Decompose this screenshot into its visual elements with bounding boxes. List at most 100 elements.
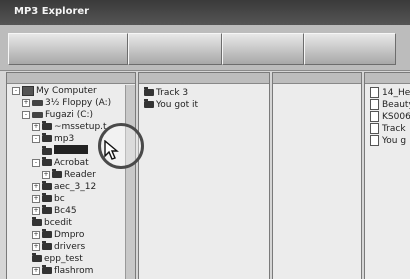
expand-icon[interactable]: + bbox=[32, 182, 40, 191]
file-label: 14_He bbox=[382, 88, 410, 98]
folder-icon bbox=[144, 87, 154, 96]
drive-icon bbox=[32, 99, 43, 106]
tree-node-label: 3½ Floppy (A:) bbox=[45, 98, 112, 108]
folder-tree-header bbox=[7, 73, 135, 84]
expand-icon[interactable]: + bbox=[32, 122, 40, 131]
collapse-icon[interactable]: - bbox=[12, 86, 20, 95]
expand-icon[interactable]: + bbox=[32, 206, 40, 215]
folder-icon bbox=[42, 241, 52, 250]
document-icon bbox=[370, 111, 379, 122]
tree-node[interactable]: + bc bbox=[32, 193, 65, 205]
mouse-pointer-icon bbox=[104, 140, 119, 160]
computer-icon bbox=[22, 85, 34, 96]
tracks-pane[interactable]: Track 3 You got it bbox=[138, 72, 270, 279]
tree-node[interactable]: + Bc45 bbox=[32, 205, 77, 217]
tree-node[interactable]: + Dmpro bbox=[32, 229, 84, 241]
folder-icon bbox=[32, 253, 42, 262]
document-icon bbox=[370, 99, 379, 110]
tree-node-label: bc bbox=[54, 194, 65, 204]
folder-icon bbox=[42, 229, 52, 238]
tracks-header bbox=[139, 73, 269, 84]
tree-node-label: My Computer bbox=[36, 86, 97, 96]
toolbar-button-4[interactable] bbox=[304, 33, 396, 65]
expand-icon[interactable]: + bbox=[32, 194, 40, 203]
tree-node[interactable]: - Fugazi (C:) bbox=[22, 109, 93, 121]
toolbar-button-2[interactable] bbox=[128, 33, 222, 65]
tree-node[interactable]: - mp3 bbox=[32, 133, 74, 145]
folder-icon bbox=[144, 99, 154, 108]
tree-node[interactable]: +3½ Floppy (A:) bbox=[22, 97, 111, 109]
folder-icon bbox=[42, 205, 52, 214]
title-bar: MP3 Explorer bbox=[0, 0, 410, 25]
tree-node[interactable]: epp_test bbox=[32, 253, 83, 265]
tree-node-label: aec_3_12 bbox=[54, 182, 97, 192]
middle-header bbox=[273, 73, 361, 84]
tree-node[interactable]: - Acrobat bbox=[32, 157, 89, 169]
expand-icon[interactable]: + bbox=[32, 230, 40, 239]
file-item[interactable]: Track bbox=[370, 123, 406, 135]
file-item[interactable]: You g bbox=[370, 135, 406, 147]
collapse-icon[interactable]: - bbox=[22, 110, 30, 119]
tree-node-label: bcedit bbox=[44, 218, 72, 228]
file-item[interactable]: 14_He bbox=[370, 87, 410, 99]
toolbar bbox=[0, 25, 410, 71]
folder-icon bbox=[42, 146, 52, 155]
tree-node[interactable]: + aec_3_12 bbox=[32, 181, 96, 193]
file-label: You g bbox=[382, 136, 407, 146]
tree-node-label: Dmpro bbox=[54, 230, 85, 240]
tree-node-label: Acrobat bbox=[54, 158, 89, 168]
folder-icon bbox=[42, 181, 52, 190]
files-pane[interactable]: 14_He Beauty KS006 Track You g bbox=[364, 72, 410, 279]
tree-node[interactable]: + Reader bbox=[42, 169, 96, 181]
folder-icon bbox=[42, 121, 52, 130]
collapse-icon[interactable]: - bbox=[32, 158, 40, 167]
document-icon bbox=[370, 123, 379, 134]
expand-icon[interactable]: + bbox=[42, 170, 50, 179]
tracks-list: Track 3 You got it bbox=[140, 85, 268, 279]
tree-node-label: mp3 bbox=[54, 134, 75, 144]
track-item[interactable]: You got it bbox=[144, 99, 198, 111]
files-list: 14_He Beauty KS006 Track You g bbox=[366, 85, 410, 279]
tree-node[interactable]: - My Computer bbox=[12, 85, 97, 97]
tree-node[interactable] bbox=[42, 145, 88, 157]
folder-icon bbox=[52, 169, 62, 178]
tree-node-label: flashrom bbox=[54, 266, 94, 276]
track-label: Track 3 bbox=[156, 88, 189, 98]
collapse-icon[interactable]: - bbox=[32, 134, 40, 143]
folder-tree-scrollbar[interactable] bbox=[125, 85, 135, 279]
tree-node-label: Fugazi (C:) bbox=[45, 110, 94, 120]
mp3-explorer-window: MP3 Explorer - My Computer +3½ Floppy (A:)… bbox=[0, 0, 410, 279]
tree-node-label: Bc45 bbox=[54, 206, 77, 216]
track-label: You got it bbox=[156, 100, 199, 110]
files-header bbox=[365, 73, 410, 84]
folder-tree-pane[interactable]: - My Computer +3½ Floppy (A:) - Fugazi (C:) +… bbox=[6, 72, 136, 279]
file-item[interactable]: Beauty bbox=[370, 99, 410, 111]
tree-node-label: drivers bbox=[54, 242, 86, 252]
folder-icon bbox=[42, 265, 52, 274]
tree-node-label: epp_test bbox=[44, 254, 83, 264]
folder-icon bbox=[32, 217, 42, 226]
folder-tree: - My Computer +3½ Floppy (A:) - Fugazi (C:) +… bbox=[8, 85, 134, 279]
file-label: Beauty bbox=[382, 100, 410, 110]
tree-node-label bbox=[54, 145, 88, 154]
tree-node-label: Reader bbox=[64, 170, 96, 180]
file-label: KS006 bbox=[382, 112, 410, 122]
toolbar-button-3[interactable] bbox=[222, 33, 304, 65]
folder-icon bbox=[42, 157, 52, 166]
tree-node[interactable]: + ~mssetup.t bbox=[32, 121, 107, 133]
tree-node-label: ~mssetup.t bbox=[54, 122, 107, 132]
folder-icon bbox=[42, 193, 52, 202]
file-item[interactable]: KS006 bbox=[370, 111, 410, 123]
tree-node[interactable]: + drivers bbox=[32, 241, 85, 253]
window-title: MP3 Explorer bbox=[14, 6, 90, 17]
document-icon bbox=[370, 135, 379, 146]
tree-node[interactable]: + flashrom bbox=[32, 265, 93, 277]
toolbar-button-1[interactable] bbox=[8, 33, 128, 65]
expand-icon[interactable]: + bbox=[32, 242, 40, 251]
middle-pane[interactable] bbox=[272, 72, 362, 279]
expand-icon[interactable]: + bbox=[22, 98, 30, 107]
tree-node[interactable]: bcedit bbox=[32, 217, 72, 229]
drive-icon bbox=[32, 111, 43, 118]
track-item[interactable]: Track 3 bbox=[144, 87, 188, 99]
expand-icon[interactable]: + bbox=[32, 266, 40, 275]
